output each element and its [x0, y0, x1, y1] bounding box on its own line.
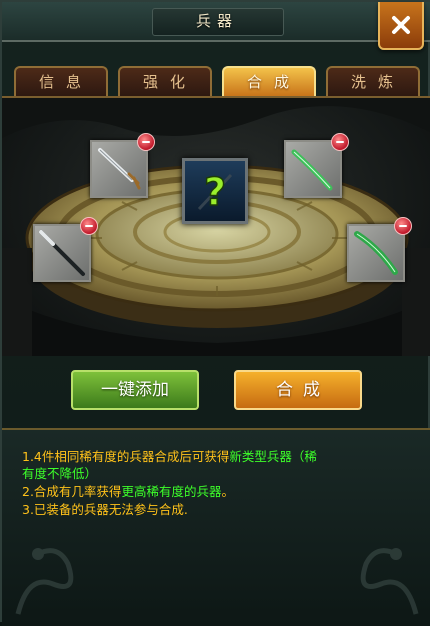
- question-mark-icon: ?: [197, 169, 233, 215]
- remove-badge-icon[interactable]: [331, 133, 349, 151]
- tab-info[interactable]: 信息: [14, 66, 108, 96]
- close-button[interactable]: [378, 2, 424, 50]
- rule-line-1b: 有度不降低）: [22, 465, 417, 482]
- remove-badge-icon[interactable]: [137, 133, 155, 151]
- result-slot[interactable]: ?: [182, 158, 248, 224]
- remove-badge-icon[interactable]: [80, 217, 98, 235]
- dragon-ornament-icon: [15, 548, 74, 615]
- title-bar: 兵器: [2, 2, 430, 42]
- window-title: 兵器: [195, 12, 238, 30]
- rule-1b-highlight: 有度不降低）: [22, 466, 98, 481]
- spear-icon: [39, 230, 85, 276]
- dragon-ornament-icon: [360, 548, 419, 615]
- rules-panel: 1.4件相同稀有度的兵器合成后可获得新类型兵器（稀 有度不降低） 2.合成有几率…: [2, 428, 430, 626]
- synthesis-scene: ?: [2, 96, 430, 356]
- rule-1-highlight: 新类型兵器（稀: [229, 449, 317, 464]
- tab-combine[interactable]: 合成: [222, 66, 316, 96]
- jade-sword-icon: [291, 149, 333, 191]
- rule-line-2: 2.合成有几率获得更高稀有度的兵器。: [22, 483, 417, 500]
- weapon-slot-top-right[interactable]: [284, 133, 349, 198]
- result-symbol: ?: [204, 170, 226, 214]
- sword-icon: [98, 148, 141, 190]
- weapon-slot-bottom-left[interactable]: [33, 217, 98, 282]
- tab-refine[interactable]: 洗炼: [326, 66, 420, 96]
- remove-badge-icon[interactable]: [394, 217, 412, 235]
- tab-bar: 信息 强化 合成 洗炼: [14, 66, 420, 96]
- rule-1-text: 1.4件相同稀有度的兵器合成后可获得: [22, 449, 230, 464]
- close-icon: [392, 16, 410, 34]
- rule-2-text: 2.合成有几率获得: [22, 484, 122, 499]
- add-all-button[interactable]: 一键添加: [71, 370, 199, 410]
- weapon-slot-top-left[interactable]: [90, 133, 155, 198]
- weapon-window: 兵器 信息 强化 合成 洗炼 ? 一键添加 合成 1.4件相同稀有度的兵器合成后…: [0, 0, 430, 626]
- rule-line-1: 1.4件相同稀有度的兵器合成后可获得新类型兵器（稀: [22, 448, 417, 465]
- rule-2-highlight: 更高稀有度的兵器: [121, 484, 222, 499]
- jade-blade-icon: [354, 231, 398, 275]
- rule-2-suffix: 。: [221, 484, 234, 499]
- combine-button[interactable]: 合成: [234, 370, 362, 410]
- weapon-slot-bottom-right[interactable]: [347, 217, 412, 282]
- rule-line-3: 3.已装备的兵器无法参与合成.: [22, 502, 188, 517]
- tab-enhance[interactable]: 强化: [118, 66, 212, 96]
